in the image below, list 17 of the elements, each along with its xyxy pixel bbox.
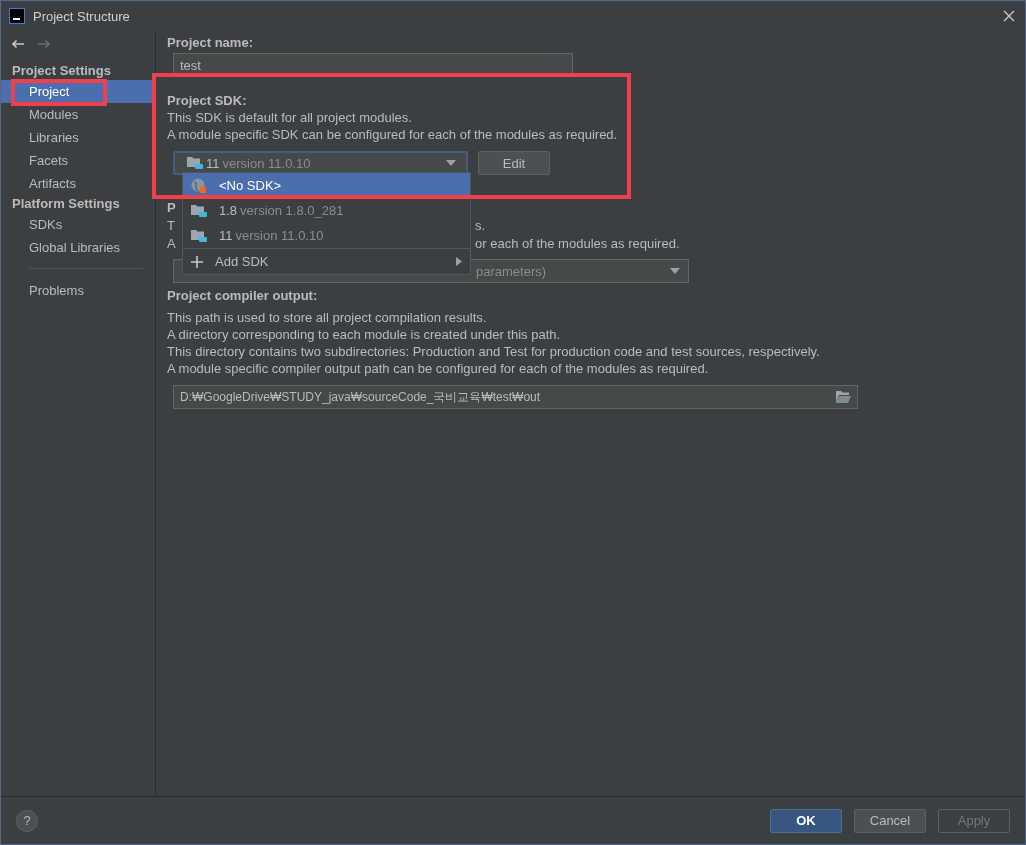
sidebar-heading: Platform Settings [11,195,121,213]
sidebar-heading: Project Settings [11,62,112,80]
description-text: This directory contains two subdirectories: Production and Test for production code and test sources, respectively. [167,343,821,360]
description-text: This path is used to store all project compilation results. [167,309,488,326]
description-text: This SDK is default for all project modules. [167,109,413,126]
section-label: P [167,199,176,216]
description-text: A directory corresponding to each module is created under this path. [167,326,562,343]
description-text: or each of the modules as required. [475,235,680,252]
description-text: s. [475,217,486,234]
description-text: A module specific SDK can be configured for each of the modules as required. [167,126,619,143]
description-text: A [167,235,176,252]
description-text: A module specific compiler output path can be configured for each of the modules as required. [167,360,710,377]
section-label: Project compiler output: [167,287,319,304]
window-title: Project Structure [33,8,130,24]
description-text: T [167,217,175,234]
section-label: Project SDK: [167,92,248,109]
section-label: Project name: [167,34,254,51]
